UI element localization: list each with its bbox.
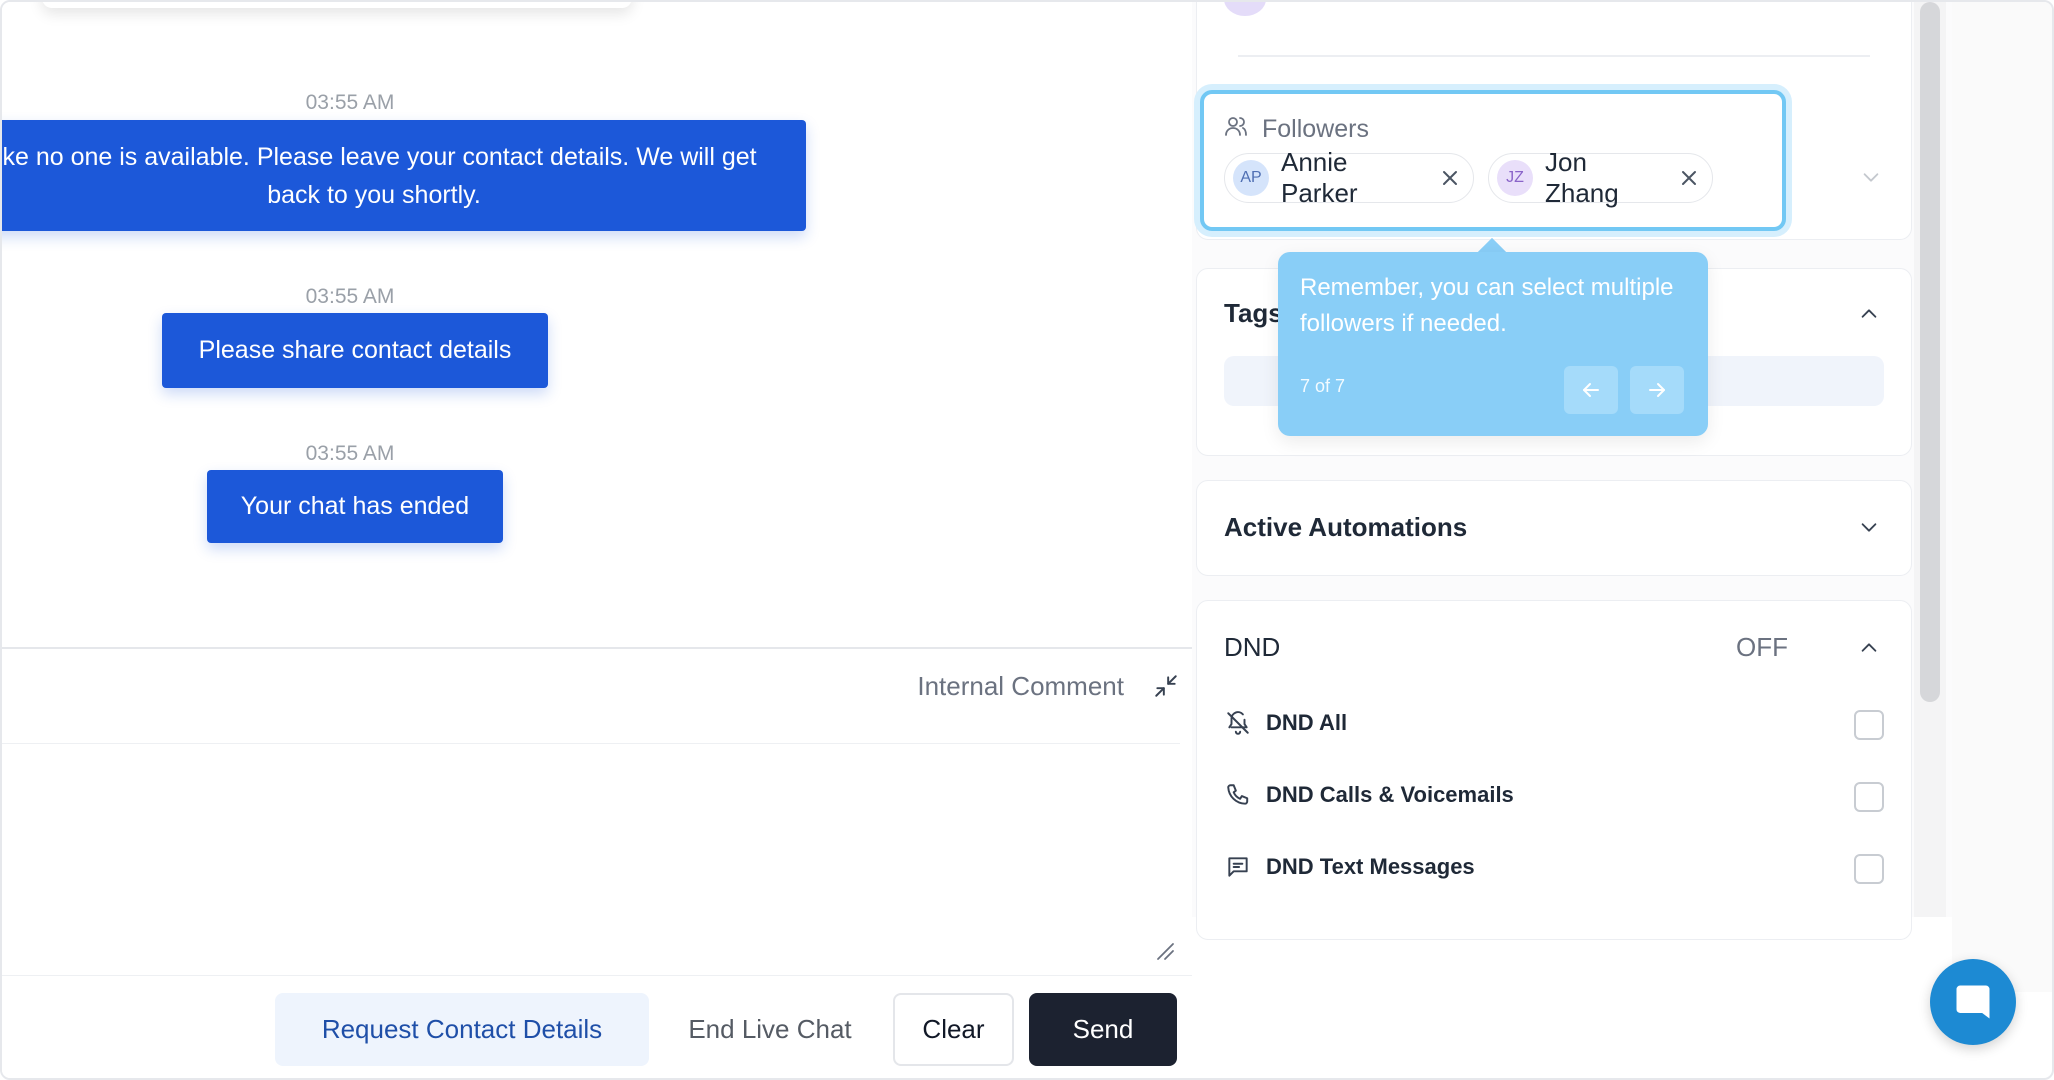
dnd-all-row: DND All [1224, 709, 1347, 737]
chevron-down-icon[interactable] [1860, 166, 1882, 193]
end-live-chat-button[interactable]: End Live Chat [664, 993, 876, 1066]
request-contact-details-button[interactable]: Request Contact Details [275, 993, 649, 1066]
dnd-calls-row: DND Calls & Voicemails [1224, 781, 1514, 809]
composer-footer-divider [2, 975, 1192, 976]
composer-textarea-top [2, 743, 1180, 744]
close-icon[interactable] [1678, 167, 1700, 189]
message-timestamp: 03:55 AM [305, 285, 395, 308]
phone-icon [1224, 781, 1252, 809]
dnd-title: DND [1224, 632, 1281, 662]
dnd-text-checkbox[interactable] [1854, 854, 1884, 884]
scrollbar-thumb[interactable] [1920, 2, 1940, 702]
dnd-all-checkbox[interactable] [1854, 710, 1884, 740]
resize-grip-icon[interactable] [1154, 940, 1176, 962]
tags-title: Tags [1224, 298, 1283, 328]
dnd-status: OFF [1736, 632, 1788, 662]
internal-comment-label: Internal Comment [917, 670, 1124, 701]
tooltip-prev-button[interactable] [1564, 366, 1618, 414]
app-window: 03:55 AM like no one is available. Pleas… [0, 0, 2054, 1080]
follower-chip: JZ Jon Zhang [1488, 147, 1713, 208]
close-icon[interactable] [1440, 167, 1461, 189]
composer-divider [2, 647, 1192, 649]
message-timestamp: 03:55 AM [305, 442, 395, 465]
tooltip-text: Remember, you can select multiple follow… [1300, 274, 1674, 337]
avatar: JZ [1497, 160, 1533, 196]
send-button[interactable]: Send [1029, 993, 1177, 1066]
dnd-text-label: DND Text Messages [1266, 854, 1475, 879]
chevron-up-icon[interactable] [1858, 637, 1880, 659]
users-icon [1224, 114, 1248, 145]
followers-label: Followers [1262, 115, 1369, 143]
previous-message-edge [42, 2, 632, 8]
divider [1238, 55, 1870, 57]
follower-chip: AP Annie Parker [1224, 147, 1474, 208]
message-bubble: Your chat has ended [207, 470, 503, 543]
collapse-icon[interactable] [1150, 670, 1182, 702]
message-icon [1224, 853, 1252, 881]
chat-pane: 03:55 AM like no one is available. Pleas… [2, 2, 1192, 1078]
tooltip-next-button[interactable] [1630, 366, 1684, 414]
internal-comment-toggle[interactable]: Internal Comment [917, 670, 1182, 702]
chevron-up-icon[interactable] [1858, 303, 1880, 325]
avatar: AP [1233, 160, 1269, 196]
chat-bubble-icon [1956, 985, 1990, 1019]
active-automations-title: Active Automations [1224, 512, 1468, 542]
tooltip-step-counter: 7 of 7 [1300, 376, 1346, 396]
follower-name: Annie Parker [1281, 147, 1358, 208]
dnd-all-label: DND All [1266, 710, 1348, 735]
dnd-calls-checkbox[interactable] [1854, 782, 1884, 812]
chat-widget-button[interactable] [1930, 959, 2016, 1045]
dnd-text-row: DND Text Messages [1224, 853, 1475, 881]
dnd-calls-label: DND Calls & Voicemails [1266, 782, 1514, 807]
chevron-down-icon[interactable] [1858, 516, 1880, 538]
sidebar-footer-area [1192, 917, 1952, 1078]
arrow-left-icon [1583, 383, 1599, 397]
message-timestamp: 03:55 AM [305, 91, 395, 114]
message-textarea[interactable] [2, 745, 1180, 973]
arrow-right-icon [1649, 383, 1665, 397]
message-bubble: Please share contact details [162, 313, 548, 388]
message-bubble: like no one is available. Please leave y… [2, 120, 806, 231]
dnd-card [1196, 600, 1912, 940]
clear-button[interactable]: Clear [893, 993, 1014, 1066]
follower-name: Jon Zhang [1545, 147, 1619, 208]
followers-label-row: Followers [1224, 114, 1369, 145]
page-gutter [1952, 2, 2052, 992]
bell-off-icon [1224, 709, 1252, 737]
